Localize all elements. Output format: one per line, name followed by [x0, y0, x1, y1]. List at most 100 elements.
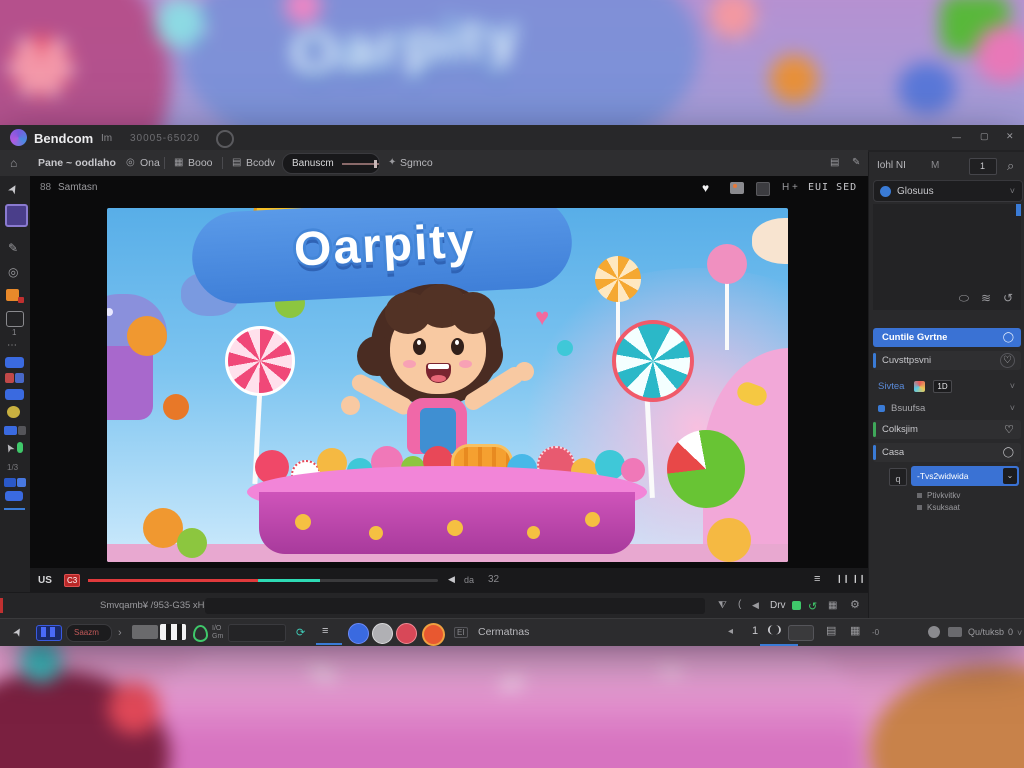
row2-heart-icon[interactable]: ♡ [1000, 353, 1015, 368]
selected-item-row[interactable]: -Tvs2widwida ⌄ [911, 466, 1019, 486]
sync-icon[interactable] [216, 130, 234, 148]
pill-control[interactable]: Banuscm [282, 153, 380, 174]
app-circle-silver[interactable] [372, 623, 393, 644]
preview-mode-label[interactable]: EUI SED [808, 183, 857, 193]
card-icon[interactable] [948, 627, 962, 637]
pen-tool-icon[interactable]: ✎ [8, 242, 18, 254]
panel-dropdown[interactable]: Glosuus ˅ [873, 180, 1023, 202]
grid-small-icon[interactable]: ▦ [850, 626, 860, 637]
menu-item-booo[interactable]: Booo [188, 158, 213, 169]
grid-copy-icon[interactable]: ▦ [828, 601, 837, 611]
sub-item-1[interactable]: Ptivkvitkv [917, 490, 960, 500]
apps-label[interactable]: Cermatnas [478, 627, 529, 638]
filter-funnel-icon[interactable]: ⧨ [718, 601, 727, 611]
panel-row-2[interactable]: Cuvsttpsvni ♡ [873, 351, 1021, 370]
mute-icon[interactable]: ◀ [752, 601, 759, 610]
row3-box[interactable]: 1D [933, 380, 951, 393]
restore-icon[interactable]: ▢ [980, 132, 989, 141]
menu-item-sparkle[interactable]: Sgmco [400, 158, 433, 169]
sub-item-2[interactable]: Ksuksaat [917, 502, 960, 512]
panel-search-icon[interactable]: ⌕ [1007, 159, 1014, 172]
back-icon[interactable]: ◂ [728, 627, 733, 637]
frame-tool-icon[interactable] [6, 311, 24, 327]
pause-icon[interactable]: ❙❙ [836, 575, 849, 583]
brush-gold-icon[interactable] [7, 406, 20, 418]
folder-box-icon[interactable] [788, 625, 814, 641]
panel-row-3[interactable]: Sivtea 1D ˅ [873, 378, 1021, 394]
layer-blue-icon[interactable] [5, 357, 24, 368]
palette-red-icon[interactable] [5, 373, 14, 383]
doc-icon[interactable]: ▤ [826, 626, 836, 637]
minimize-icon[interactable]: — [952, 133, 961, 142]
row4-chevron-icon[interactable]: ˅ [1010, 403, 1015, 413]
green-drop-icon[interactable] [193, 625, 208, 642]
playback-marker-badge[interactable]: C3 [64, 574, 80, 587]
menu-item-ona[interactable]: Ona [140, 158, 160, 169]
refresh-teal-icon[interactable]: ⟳ [296, 626, 305, 639]
volume-icon[interactable]: ◀ [448, 575, 455, 584]
panel-row-4[interactable]: Bsuufsa ˅ [873, 400, 1021, 416]
egg-tool-icon[interactable]: ⬭ [959, 292, 969, 304]
gray-box[interactable] [132, 625, 158, 639]
project-label[interactable]: 30005-65020 [130, 133, 200, 144]
avatar-icon[interactable] [928, 626, 940, 638]
panel-row-primary[interactable]: Cuntile Gvrtne ◯ [873, 328, 1021, 347]
panel-row-5[interactable]: Colksjim ♡ [873, 420, 1021, 439]
app-circle-red[interactable] [396, 623, 417, 644]
row3-color-icon[interactable] [914, 381, 925, 392]
badge-blue-b[interactable] [17, 478, 26, 487]
close-icon[interactable]: ✕ [1006, 132, 1014, 141]
brush-mini-icon[interactable]: ✎ [852, 158, 860, 168]
status-box[interactable] [228, 624, 286, 642]
row5-heart-icon[interactable]: ♡ [1004, 423, 1014, 436]
stripe-box[interactable] [160, 624, 186, 640]
selected-item-dropdown[interactable]: ⌄ [1003, 468, 1017, 484]
pill-slider[interactable] [342, 163, 379, 165]
bracket-icon[interactable]: ( [738, 600, 741, 610]
account-name[interactable]: Qu/tuksb [968, 628, 1004, 637]
home-icon[interactable]: ⌂ [10, 157, 17, 169]
badge-blue-c[interactable] [5, 491, 23, 501]
select-tool-icon[interactable]: ➤ [5, 182, 20, 197]
undo-green-icon[interactable]: ↺ [808, 600, 817, 613]
disc-tool-icon[interactable]: ◎ [8, 266, 18, 278]
drv-label[interactable]: Drv [770, 601, 786, 611]
color-swatch[interactable] [5, 204, 28, 227]
stack-icon[interactable]: ≡ [322, 626, 328, 637]
tab-current[interactable]: Im [101, 133, 112, 144]
progress-track[interactable] [88, 579, 438, 582]
pill-slider-knob[interactable] [374, 160, 377, 168]
playlist-icon[interactable]: ≡ [814, 574, 820, 585]
clip-dark-icon[interactable] [18, 426, 26, 435]
panel-canvas[interactable]: ⬭ ≋ ↺ [873, 204, 1021, 310]
account-chevron-icon[interactable]: ˅ [1017, 628, 1022, 638]
timeline-track[interactable] [205, 598, 705, 614]
preview-head-label[interactable]: Samtasn [58, 183, 97, 193]
eyedropper-icon[interactable]: ➤ [4, 441, 18, 454]
row6-circle-icon[interactable]: ◯ [1003, 447, 1014, 458]
expand-chevron-icon[interactable]: › [118, 627, 122, 639]
video-frame[interactable]: ♥ Oarpity [107, 208, 788, 562]
wave-tool-icon[interactable]: ≋ [981, 292, 991, 304]
thumbnail-icon[interactable] [730, 182, 744, 194]
fit-arrows-label[interactable]: H + [782, 183, 798, 193]
glyph-tool-icon[interactable]: ⋯ [7, 341, 17, 351]
clip-blue-a-icon[interactable] [4, 426, 17, 435]
menu-item-main[interactable]: Pane ~ oodlaho [38, 158, 116, 169]
panel-icon[interactable] [756, 182, 770, 196]
paren-icon[interactable]: ❨❩ [766, 626, 783, 636]
note-mini-box[interactable]: q [889, 468, 907, 486]
mode-blue-badge[interactable] [36, 625, 62, 641]
badge-blue-a[interactable] [4, 478, 16, 487]
reset-tool-icon[interactable]: ↺ [1003, 292, 1013, 304]
row3-chevron-icon[interactable]: ˅ [1010, 381, 1015, 391]
layer-blue2-icon[interactable] [5, 389, 24, 400]
menu-item-bcodv[interactable]: Bcodv [246, 158, 275, 169]
palette-blue-icon[interactable] [15, 373, 24, 383]
app-circle-blue[interactable] [348, 623, 369, 644]
settings-gear-icon[interactable]: ⚙ [850, 600, 860, 611]
sort-icon[interactable]: ▤ [830, 158, 839, 168]
bottom-cursor-icon[interactable]: ➤ [12, 626, 26, 639]
favorite-heart-icon[interactable]: ♥ [702, 181, 709, 195]
panel-row-6[interactable]: Casa ◯ [873, 443, 1021, 462]
